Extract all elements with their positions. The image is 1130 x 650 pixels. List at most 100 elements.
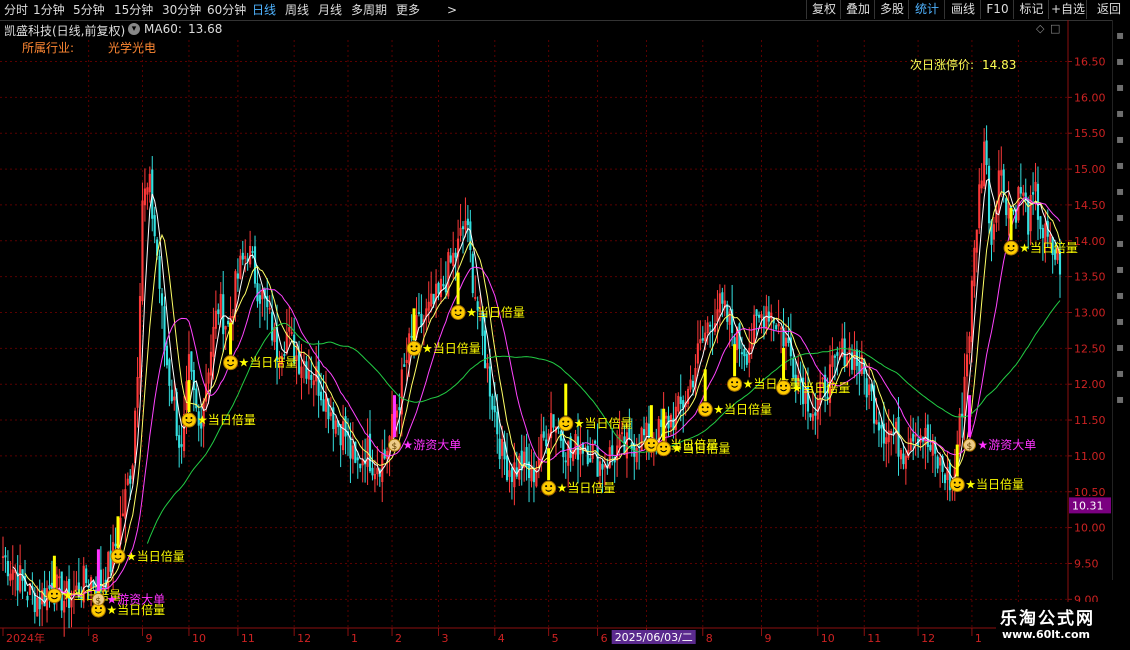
candle-body xyxy=(843,338,846,366)
candle-body xyxy=(170,389,173,402)
x-tick-label: 11 xyxy=(867,632,881,645)
candle-body xyxy=(420,313,423,327)
candle-body xyxy=(691,380,695,388)
candle-body xyxy=(594,440,597,444)
watermark: 乐淘公式网 www.60lt.com xyxy=(996,602,1110,642)
strip-glyph: ▪ xyxy=(1116,106,1125,120)
x-tick-label: 8 xyxy=(706,632,713,645)
candle-body xyxy=(26,595,29,601)
smile-icon-eye xyxy=(190,417,193,420)
smile-icon-eye xyxy=(410,345,413,348)
smile-icon xyxy=(727,376,743,392)
candle-body xyxy=(814,412,817,416)
smile-icon-eye xyxy=(780,384,783,387)
candle-body xyxy=(114,543,117,547)
candle-body xyxy=(576,436,580,460)
candle-body xyxy=(757,314,761,318)
candle-body xyxy=(792,358,795,378)
smile-icon-eye xyxy=(652,442,655,445)
y-tick-label: 10.50 xyxy=(1074,486,1106,499)
strip-glyph: ▪ xyxy=(1116,262,1125,276)
candle-body xyxy=(168,359,171,386)
cursor-date-label: 2025/06/03/二 xyxy=(615,631,693,644)
candle-body xyxy=(532,469,536,483)
candle-body xyxy=(410,335,413,338)
candle-body xyxy=(266,295,269,308)
signal-label: ★当日倍量 xyxy=(239,355,298,370)
x-tick-label: 2 xyxy=(395,632,402,645)
y-tick-label: 12.00 xyxy=(1074,378,1106,391)
candle-body xyxy=(493,405,496,413)
candle-body xyxy=(356,457,359,461)
signal-label: ★游资大单 xyxy=(977,438,1036,452)
smile-icon-eye xyxy=(731,381,734,384)
candle-body xyxy=(466,218,469,226)
smile-icon-eye xyxy=(119,553,122,556)
strip-glyph: ▪ xyxy=(1116,184,1125,198)
x-tick-label: 8 xyxy=(92,632,99,645)
candle-body xyxy=(505,455,509,481)
candle-body xyxy=(190,351,193,372)
candle-body xyxy=(943,474,947,484)
strip-glyph: ▪ xyxy=(1116,132,1125,146)
smile-icon xyxy=(776,380,792,396)
candle-body xyxy=(1041,227,1044,239)
signal-label: ★当日倍量 xyxy=(792,380,851,395)
candle-body xyxy=(865,378,868,398)
candle-body xyxy=(709,324,712,327)
signal-label: ★游资大单 xyxy=(106,592,165,606)
candle-body xyxy=(165,345,169,366)
candle-body xyxy=(33,593,36,613)
candle-body xyxy=(192,370,195,391)
smile-icon-eye xyxy=(50,592,53,595)
strip-glyph: ▪ xyxy=(1116,340,1125,354)
smile-icon xyxy=(181,412,197,428)
strip-glyph: ▪ xyxy=(1116,236,1125,250)
candle-body xyxy=(153,215,156,237)
next-limit-value: 14.83 xyxy=(982,58,1016,72)
candle-body xyxy=(721,292,724,304)
candle-body xyxy=(660,419,663,427)
x-tick-label: 10 xyxy=(821,632,835,645)
smile-icon-eye xyxy=(958,481,961,484)
candle-body xyxy=(432,293,435,305)
candle-body xyxy=(787,337,790,343)
candle-body xyxy=(1012,209,1015,212)
strip-glyph: ▪ xyxy=(1116,288,1125,302)
candle-body xyxy=(496,411,499,435)
strip-glyph: ▪ xyxy=(1116,314,1125,328)
x-tick-label: 12 xyxy=(297,632,311,645)
candle-body xyxy=(897,416,900,457)
candle-body xyxy=(1039,216,1042,230)
candlestick-chart: 9.009.5010.0010.5011.0011.5012.0012.5013… xyxy=(0,20,1111,645)
smile-icon xyxy=(656,441,672,457)
smile-icon-eye xyxy=(227,359,230,362)
smile-icon-eye xyxy=(99,607,102,610)
candle-body xyxy=(417,312,421,314)
money-bag-icon-glyph: $ xyxy=(95,596,101,606)
candle-body xyxy=(48,585,51,589)
x-tick-label: 1 xyxy=(975,632,982,645)
smile-icon-eye xyxy=(736,381,739,384)
candle-body xyxy=(542,431,545,438)
candle-body xyxy=(961,413,964,417)
candle-body xyxy=(471,253,474,294)
y-tick-label: 12.50 xyxy=(1074,342,1106,355)
y-tick-label: 16.00 xyxy=(1074,91,1106,104)
candle-body xyxy=(740,352,743,355)
candle-body xyxy=(985,140,988,166)
smile-icon-eye xyxy=(415,345,418,348)
candle-body xyxy=(271,312,274,341)
smile-icon-eye xyxy=(706,406,709,409)
x-tick-label: 9 xyxy=(145,632,152,645)
candle-body xyxy=(510,467,513,482)
candle-body xyxy=(163,306,166,351)
candle-body xyxy=(227,320,230,325)
candle-body xyxy=(217,309,220,315)
x-tick-label: 10 xyxy=(192,632,206,645)
candle-body xyxy=(586,445,589,465)
candle-body xyxy=(929,444,932,451)
candle-body xyxy=(99,569,102,591)
y-tick-label: 14.00 xyxy=(1074,235,1106,248)
signal-label: ★当日倍量 xyxy=(557,480,616,495)
